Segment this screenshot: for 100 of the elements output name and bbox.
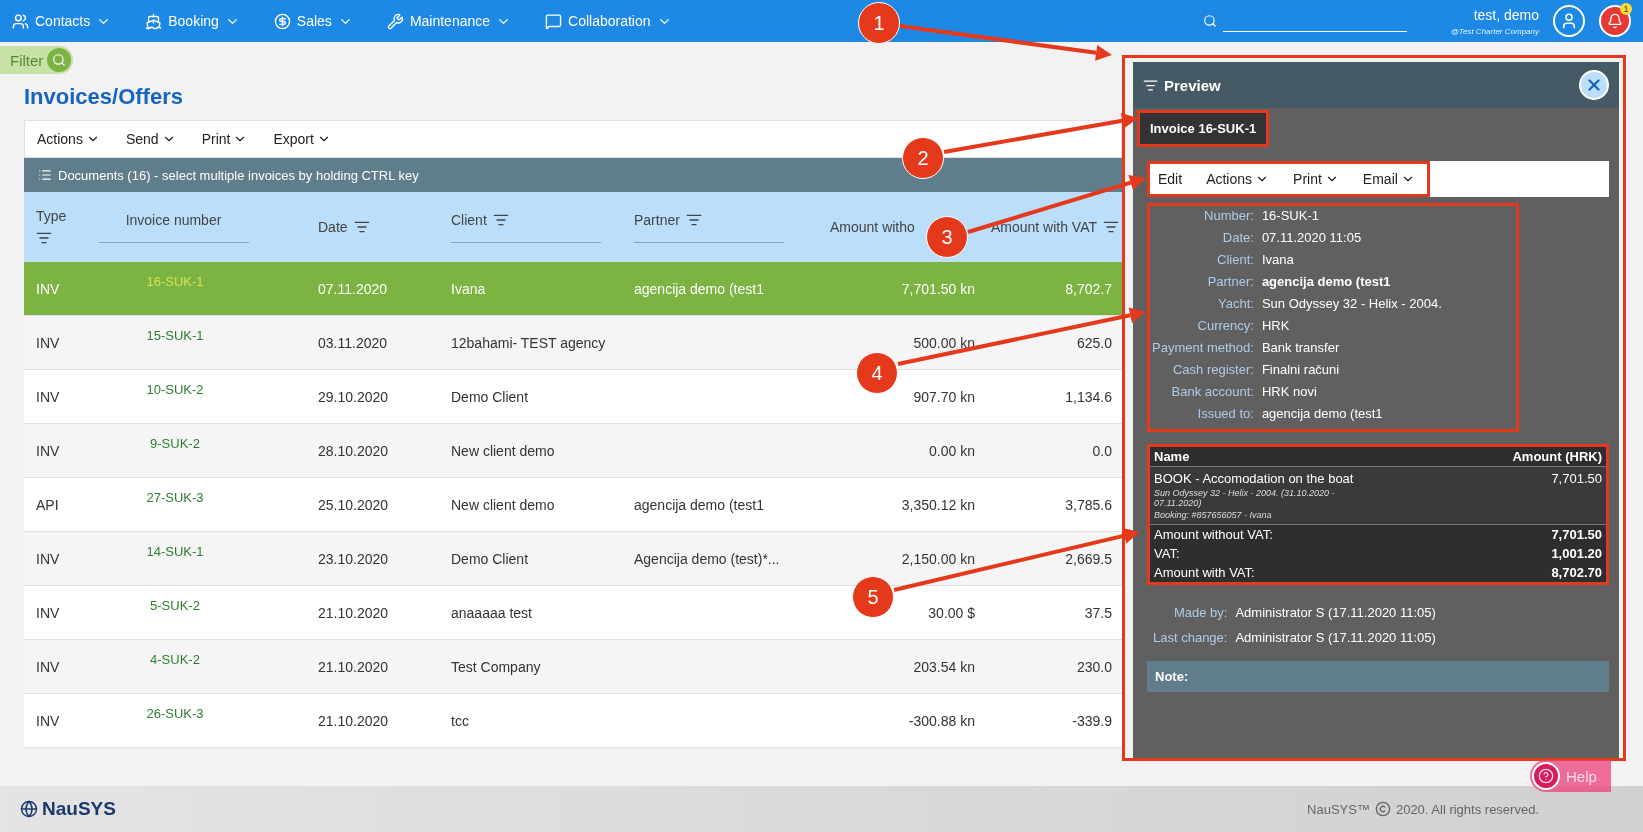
preview-toolbar-button[interactable]: Email <box>1362 171 1415 187</box>
column-header[interactable]: Amount witho <box>830 219 915 235</box>
preview-toolbar-button[interactable]: Print <box>1293 171 1339 187</box>
table-cell: -339.9 <box>1072 712 1112 729</box>
list-icon <box>38 168 52 182</box>
total-label: Amount with VAT: <box>1154 565 1255 580</box>
field-value: Bank transfer <box>1261 340 1341 355</box>
field-value: HRK <box>1261 318 1291 333</box>
item-detail: Sun Odyssey 32 - Helix - 2004. (31.10.2020 - 07.11.2020) <box>1154 488 1336 508</box>
table-cell: 8,702.7 <box>1065 280 1112 297</box>
invoice-number-link[interactable]: 14-SUK-1 <box>146 544 204 585</box>
table-cell: Demo Client <box>451 550 529 567</box>
table-row[interactable]: API 27-SUK-3 25.10.2020 New client demo agencija demo (test1 3,350.12 kn 3,785.6 <box>24 478 1122 532</box>
help-icon <box>1532 762 1560 790</box>
footer-brand: NauSYS™ <box>1307 801 1370 817</box>
table-cell: API <box>36 496 59 513</box>
table-row[interactable]: INV 26-SUK-3 21.10.2020 tcc -300.88 kn -339.9 <box>24 694 1122 748</box>
toolbar-dropdown-button[interactable]: Actions <box>37 131 100 147</box>
copyright-icon <box>1374 801 1391 817</box>
invoice-number-link[interactable]: 9-SUK-2 <box>150 436 200 477</box>
notifications-button[interactable]: 1 <box>1599 5 1631 37</box>
table-cell: 3,350.12 kn <box>901 496 975 513</box>
audit-value: Administrator S (17.11.2020 11:05) <box>1235 605 1437 620</box>
table-cell: 0.00 kn <box>929 442 975 459</box>
table-cell: Test Company <box>451 658 541 675</box>
table-cell: 21.10.2020 <box>318 604 389 621</box>
sort-icon[interactable] <box>1103 219 1119 235</box>
table-cell: 12bahami- TEST agency <box>451 334 606 351</box>
field-value: agencija demo (test1 <box>1261 274 1392 289</box>
documents-header-text: Documents (16) - select multiple invoices by holding CTRL key <box>58 167 419 183</box>
field-value: Sun Odyssey 32 - Helix - 2004. <box>1261 296 1443 311</box>
preview-toolbar-button[interactable]: Actions <box>1206 171 1270 187</box>
audit-label: Made by: <box>1172 605 1228 620</box>
table-cell: anaaaaa test <box>451 604 532 621</box>
nav-menu-item[interactable]: Collaboration <box>545 12 672 30</box>
toolbar-dropdown-button[interactable]: Send <box>125 131 176 147</box>
column-header[interactable]: Type <box>36 208 67 224</box>
sort-icon[interactable] <box>36 230 52 246</box>
table-cell: 2,150.00 kn <box>901 550 975 567</box>
invoice-number-link[interactable]: 15-SUK-1 <box>146 328 204 369</box>
chat-icon <box>545 12 563 30</box>
filter-icon <box>1143 77 1158 93</box>
table-cell: 28.10.2020 <box>318 442 389 459</box>
item-amount: 7,701.50 <box>1551 471 1602 488</box>
logo: NauSYS <box>20 798 116 820</box>
nav-menu-item[interactable]: Booking <box>145 12 240 30</box>
column-header[interactable]: Invoice number <box>125 211 222 228</box>
nav-menu-item[interactable]: Maintenance <box>386 12 512 30</box>
table-cell: 03.11.2020 <box>318 334 388 351</box>
user-avatar-button[interactable] <box>1553 5 1585 37</box>
column-header: Amount (HRK) <box>1512 449 1602 464</box>
field-label: Issued to: <box>1196 406 1254 421</box>
nav-menu-item[interactable]: Sales <box>273 12 353 30</box>
table-cell: 23.10.2020 <box>318 550 389 567</box>
total-value: 7,701.50 <box>1551 527 1602 542</box>
invoice-number-link[interactable]: 4-SUK-2 <box>150 652 200 693</box>
table-cell: 230.0 <box>1076 658 1112 675</box>
toolbar-dropdown-button[interactable]: Print <box>201 131 248 147</box>
field-value: 16-SUK-1 <box>1261 208 1320 223</box>
invoice-number-link[interactable]: 10-SUK-2 <box>146 382 204 423</box>
close-button[interactable] <box>1579 70 1609 100</box>
field-value: agencija demo (test1 <box>1261 406 1384 421</box>
total-label: VAT: <box>1154 546 1180 561</box>
toolbar-dropdown-button[interactable]: Export <box>273 131 331 147</box>
people-icon <box>12 12 29 30</box>
preview-title: Preview <box>1164 76 1221 94</box>
column-header[interactable]: Partner <box>634 211 702 228</box>
table-cell: 2,669.5 <box>1065 550 1112 567</box>
user-name: test, demo <box>1473 6 1539 23</box>
total-value: 8,702.70 <box>1551 565 1602 580</box>
invoice-number-link[interactable]: 26-SUK-3 <box>146 706 204 747</box>
table-cell: New client demo <box>451 442 555 459</box>
item-detail: Booking: #857656057 - Ivana <box>1154 510 1273 520</box>
field-label: Cash register: <box>1171 362 1254 377</box>
ship-icon <box>145 12 163 30</box>
field-label: Date: <box>1221 230 1254 245</box>
column-header[interactable]: Date <box>318 219 370 235</box>
nav-menu-item[interactable]: Contacts <box>12 12 112 30</box>
table-cell: 0.0 <box>1092 442 1112 459</box>
column-header[interactable]: Client <box>451 211 509 228</box>
field-label: Currency: <box>1196 318 1254 333</box>
preview-toolbar-button[interactable]: Edit <box>1158 171 1183 187</box>
table-cell: INV <box>36 334 60 351</box>
invoice-number-link[interactable]: 27-SUK-3 <box>146 490 204 531</box>
field-label: Number: <box>1203 208 1254 223</box>
audit-label: Last change: <box>1153 630 1228 645</box>
sort-icon[interactable] <box>353 219 370 235</box>
field-label: Yacht: <box>1217 296 1254 311</box>
search-icon <box>1202 14 1217 28</box>
total-label: Amount without VAT: <box>1154 527 1273 542</box>
field-value: HRK novi <box>1261 384 1318 399</box>
table-cell: 21.10.2020 <box>318 712 389 729</box>
table-cell: INV <box>36 442 60 459</box>
field-value: Ivana <box>1261 252 1295 267</box>
invoice-number-link[interactable]: 5-SUK-2 <box>150 598 200 639</box>
table-cell: New client demo <box>451 496 555 513</box>
note-header: Note: <box>1147 661 1609 692</box>
field-value: Finalni računi <box>1261 362 1341 377</box>
total-value: 1,001.20 <box>1551 546 1602 561</box>
bell-icon <box>1607 13 1623 29</box>
